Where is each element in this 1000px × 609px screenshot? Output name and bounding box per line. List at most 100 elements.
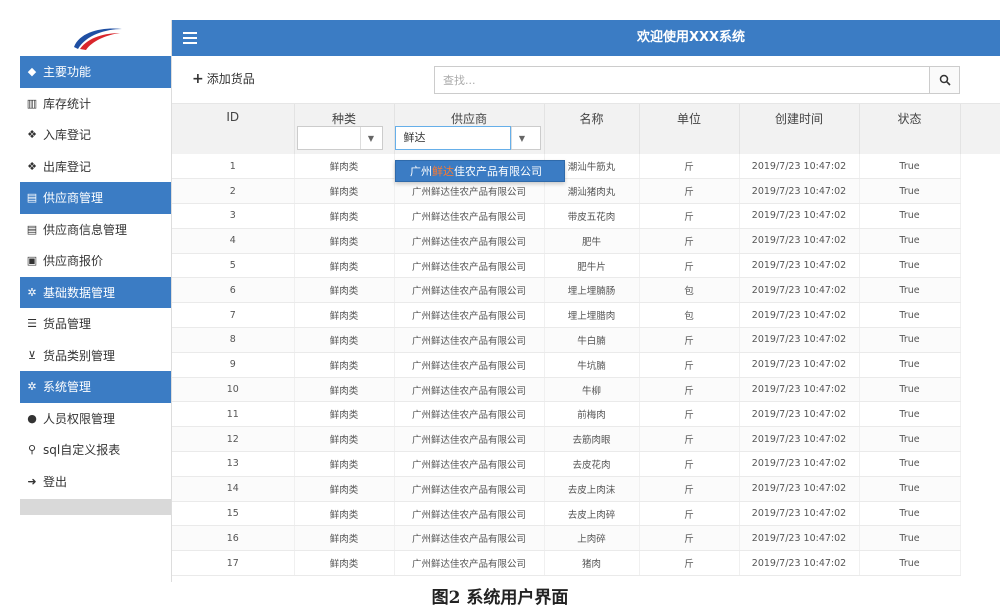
sidebar-item-label: 人员权限管理	[43, 411, 116, 426]
cell-unit: 斤	[639, 501, 740, 527]
table-row[interactable]: 15 鲜肉类 广州鲜达佳农产品有限公司 去皮上肉碎斤 2019/7/23 10:47:0…	[172, 501, 961, 527]
column-header-status[interactable]: 状态	[859, 104, 961, 154]
sidebar-item[interactable]: ● 人员权限管理	[20, 403, 171, 435]
logo-swoosh-icon	[73, 28, 122, 50]
cell-created-time: 2019/7/23 10:47:02	[739, 154, 860, 180]
table-row[interactable]: 13 鲜肉类 广州鲜达佳农产品有限公司 去皮花肉斤 2019/7/23 10:47:02…	[172, 451, 961, 477]
goods-table-wrap: ID 种类 ▼ 供应商 鲜达 ▼ 名称 单位 创建时间 状态 1 鲜肉类 潮汕牛…	[172, 104, 1000, 577]
cell-created-time: 2019/7/23 10:47:02	[739, 451, 860, 477]
cell-kind: 鲜肉类	[294, 178, 395, 205]
cell-kind: 鲜肉类	[294, 426, 395, 453]
column-header-id[interactable]: ID	[172, 104, 295, 154]
cell-unit: 斤	[639, 203, 740, 229]
cell-created-time: 2019/7/23 10:47:02	[739, 352, 860, 378]
cell-unit: 斤	[639, 426, 740, 453]
sidebar-item[interactable]: ➜ 登出	[20, 466, 171, 498]
column-header-kind[interactable]: 种类 ▼	[294, 104, 395, 154]
cell-status: True	[859, 377, 961, 403]
sidebar-item[interactable]: ▥ 库存统计	[20, 88, 171, 120]
caret-down-icon: ▼	[359, 127, 382, 149]
sidebar-item-label: 库存统计	[43, 96, 92, 111]
cell-created-time: 2019/7/23 10:47:02	[739, 203, 860, 229]
table-row[interactable]: 17 鲜肉类 广州鲜达佳农产品有限公司 猪肉斤 2019/7/23 10:47:02 Tr…	[172, 550, 961, 577]
sidebar-item-label: 主要功能	[43, 65, 92, 80]
sidebar-item[interactable]: ⚲ sql自定义报表	[20, 434, 171, 466]
table-row[interactable]: 4 鲜肉类 广州鲜达佳农产品有限公司 肥牛斤 2019/7/23 10:47:02 Tru…	[172, 228, 961, 254]
column-header-unit[interactable]: 单位	[639, 104, 740, 154]
table-row[interactable]: 7 鲜肉类 广州鲜达佳农产品有限公司 埋上埋腊肉包 2019/7/23 10:47:02…	[172, 302, 961, 329]
table-row[interactable]: 6 鲜肉类 广州鲜达佳农产品有限公司 埋上埋腩肠包 2019/7/23 10:47:02…	[172, 277, 961, 304]
column-header-label: 种类	[331, 112, 356, 126]
toolbar: + 添加货品	[172, 56, 1000, 104]
cell-supplier: 广州鲜达佳农产品有限公司	[394, 302, 545, 329]
search-icon: ⚲	[27, 443, 37, 457]
table-row[interactable]: 2 鲜肉类 广州鲜达佳农产品有限公司 潮汕猪肉丸斤 2019/7/23 10:47:02…	[172, 178, 961, 205]
id-card-icon: ▣	[26, 254, 38, 268]
sidebar-item[interactable]: ▤ 供应商信息管理	[20, 214, 171, 246]
column-header-label: 创建时间	[774, 112, 823, 126]
column-header-label: ID	[226, 110, 240, 124]
cell-kind: 鲜肉类	[294, 327, 395, 353]
column-header-created-time[interactable]: 创建时间	[739, 104, 860, 154]
table-row[interactable]: 12 鲜肉类 广州鲜达佳农产品有限公司 去筋肉眼斤 2019/7/23 10:47:02…	[172, 426, 961, 453]
sidebar-item[interactable]: ☰ 货品管理	[20, 308, 171, 340]
cell-kind: 鲜肉类	[294, 401, 395, 428]
cell-created-time: 2019/7/23 10:47:02	[739, 550, 860, 577]
cell-supplier: 广州鲜达佳农产品有限公司	[394, 277, 545, 304]
search-input[interactable]	[435, 67, 929, 93]
cell-name: 猪肉	[544, 550, 640, 577]
figure-caption: 图2 系统用户界面	[431, 588, 569, 608]
table-row[interactable]: 10 鲜肉类 广州鲜达佳农产品有限公司 牛柳斤 2019/7/23 10:47:02 Tr…	[172, 377, 961, 403]
supplier-suggestion-item[interactable]: 广州鲜达佳农产品有限公司	[395, 160, 565, 182]
cell-status: True	[859, 426, 961, 453]
sidebar-item-label: 出库登记	[43, 159, 92, 174]
table-row[interactable]: 14 鲜肉类 广州鲜达佳农产品有限公司 去皮上肉沫斤 2019/7/23 10:47:0…	[172, 476, 961, 502]
table-row[interactable]: 5 鲜肉类 广州鲜达佳农产品有限公司 肥牛片斤 2019/7/23 10:47:02 Tr…	[172, 253, 961, 279]
sidebar-group-header[interactable]: ▤ 供应商管理	[20, 182, 171, 214]
sidebar-item[interactable]: ❖ 入库登记	[20, 119, 171, 151]
cell-supplier: 广州鲜达佳农产品有限公司	[394, 401, 545, 428]
column-header-name[interactable]: 名称	[544, 104, 640, 154]
sidebar-group-header[interactable]: ✲ 基础数据管理	[20, 276, 171, 308]
cell-id: 12	[172, 426, 295, 453]
kind-filter-select[interactable]: ▼	[296, 126, 383, 150]
sidebar-group-header[interactable]: ✲ 系统管理	[20, 371, 171, 403]
add-goods-button[interactable]: + 添加货品	[192, 70, 255, 87]
search-button[interactable]	[929, 67, 959, 93]
cell-id: 9	[172, 352, 295, 378]
cell-unit: 斤	[639, 550, 740, 577]
cell-name: 埋上埋腩肠	[544, 277, 640, 304]
cell-name: 去皮花肉	[544, 451, 640, 477]
column-header-label: 供应商	[450, 112, 487, 126]
sidebar-item[interactable]: ▣ 供应商报价	[20, 245, 171, 277]
table-row[interactable]: 8 鲜肉类 广州鲜达佳农产品有限公司 牛白腩斤 2019/7/23 10:47:02 Tr…	[172, 327, 961, 353]
cell-unit: 斤	[639, 476, 740, 502]
file-icon: ▤	[26, 222, 38, 236]
list-icon: ☰	[27, 317, 37, 331]
cell-unit: 斤	[639, 154, 740, 180]
cell-name: 埋上埋腊肉	[544, 302, 640, 329]
cell-unit: 斤	[639, 253, 740, 279]
cell-kind: 鲜肉类	[294, 154, 395, 180]
sidebar-item[interactable]: ⊻ 货品类别管理	[20, 340, 171, 372]
sidebar-group-header[interactable]: ◆ 主要功能	[20, 56, 171, 88]
add-goods-label: 添加货品	[206, 72, 255, 86]
table-row[interactable]: 11 鲜肉类 广州鲜达佳农产品有限公司 前梅肉斤 2019/7/23 10:47:02 T…	[172, 401, 961, 428]
suggestion-match: 鲜达	[432, 165, 454, 178]
table-row[interactable]: 16 鲜肉类 广州鲜达佳农产品有限公司 上肉碎斤 2019/7/23 10:47:02 T…	[172, 525, 961, 552]
gears-icon: ✲	[27, 380, 37, 394]
supplier-filter-select[interactable]: 鲜达 ▼	[394, 126, 541, 150]
cell-status: True	[859, 327, 961, 353]
supplier-filter-input[interactable]: 鲜达	[394, 126, 511, 150]
sidebar-item-label: 登出	[43, 474, 68, 489]
table-row[interactable]: 9 鲜肉类 广州鲜达佳农产品有限公司 牛坑腩斤 2019/7/23 10:47:02 Tr…	[172, 352, 961, 378]
table-row[interactable]: 1鲜肉类广州鲜达佳农产品有限公司潮汕牛筋丸斤2019/7/23 10:47:02…	[172, 154, 961, 180]
column-header-label: 单位	[676, 112, 701, 126]
column-header-supplier[interactable]: 供应商 鲜达 ▼	[394, 104, 545, 154]
cell-kind: 鲜肉类	[294, 377, 395, 403]
sidebar-item[interactable]: ❖ 出库登记	[20, 151, 171, 183]
gears-icon: ✲	[27, 285, 37, 299]
cell-created-time: 2019/7/23 10:47:02	[739, 178, 860, 205]
cell-id: 14	[172, 476, 295, 502]
table-row[interactable]: 3 鲜肉类 广州鲜达佳农产品有限公司 带皮五花肉斤 2019/7/23 10:47:02…	[172, 203, 961, 229]
